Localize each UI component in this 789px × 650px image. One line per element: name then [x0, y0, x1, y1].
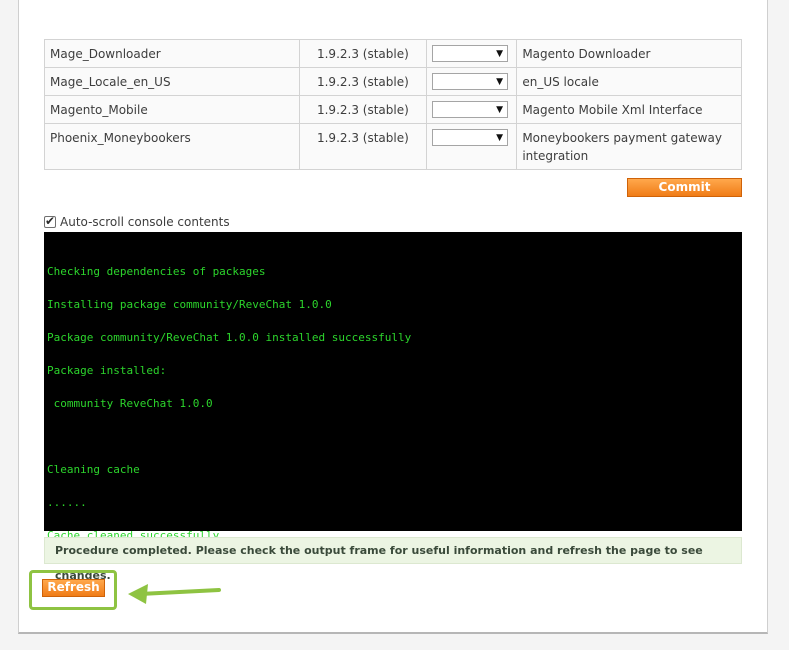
package-name: Phoenix_Moneybookers: [44, 123, 300, 170]
table-row: Magento_Mobile 1.9.2.3 (stable) ▼ Magent…: [44, 95, 742, 124]
package-action-select[interactable]: ▼: [432, 73, 509, 90]
console-line: Installing package community/ReveChat 1.…: [47, 298, 332, 311]
package-description: en_US locale: [516, 67, 742, 96]
console-line: Package community/ReveChat 1.0.0 install…: [47, 331, 412, 344]
autoscroll-checkbox[interactable]: ✔: [44, 214, 56, 228]
packages-table: Mage_Downloader 1.9.2.3 (stable) ▼ Magen…: [44, 39, 742, 170]
package-version: 1.9.2.3 (stable): [298, 95, 428, 124]
package-action-select[interactable]: ▼: [432, 129, 509, 146]
table-row: Mage_Locale_en_US 1.9.2.3 (stable) ▼ en_…: [44, 67, 742, 96]
commit-changes-button[interactable]: Commit Changes: [627, 178, 742, 210]
status-message: Procedure completed. Please check the ou…: [44, 537, 742, 582]
package-action-select[interactable]: ▼: [432, 101, 509, 118]
package-action-select[interactable]: ▼: [432, 45, 509, 62]
console-line: Checking dependencies of packages: [47, 265, 266, 278]
console-line: Package installed:: [47, 364, 167, 377]
autoscroll-option: ✔ Auto-scroll console contents: [44, 214, 230, 229]
package-description: Magento Downloader: [516, 39, 742, 68]
package-name: Mage_Downloader: [44, 39, 300, 68]
package-name: Magento_Mobile: [44, 95, 300, 124]
pointer-arrow-icon: [128, 584, 221, 604]
package-version: 1.9.2.3 (stable): [298, 123, 428, 170]
dropdown-arrow-icon: ▼: [496, 105, 504, 115]
console-line: community ReveChat 1.0.0: [47, 397, 213, 410]
table-row: Mage_Downloader 1.9.2.3 (stable) ▼ Magen…: [44, 39, 742, 68]
package-version: 1.9.2.3 (stable): [298, 67, 428, 96]
checkmark-icon: ✔: [45, 214, 56, 228]
refresh-button[interactable]: Refresh: [42, 579, 105, 597]
package-description: Magento Mobile Xml Interface: [516, 95, 742, 124]
dropdown-arrow-icon: ▼: [496, 77, 504, 87]
autoscroll-label: Auto-scroll console contents: [60, 215, 230, 229]
output-console[interactable]: Checking dependencies of packages Instal…: [44, 232, 742, 541]
console-line: Cleaning cache: [47, 463, 140, 476]
dropdown-arrow-icon: ▼: [496, 133, 504, 143]
console-line: ......: [47, 496, 87, 509]
table-row: Phoenix_Moneybookers 1.9.2.3 (stable) ▼ …: [44, 123, 742, 170]
dropdown-arrow-icon: ▼: [496, 49, 504, 59]
package-name: Mage_Locale_en_US: [44, 67, 300, 96]
package-description: Moneybookers payment gateway integration: [516, 123, 742, 170]
package-version: 1.9.2.3 (stable): [298, 39, 428, 68]
